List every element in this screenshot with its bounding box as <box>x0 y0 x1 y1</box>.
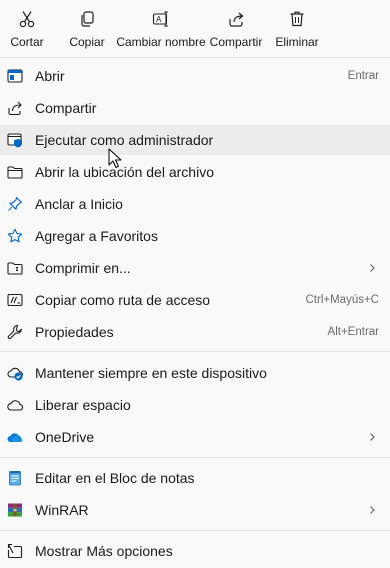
divider <box>0 57 390 58</box>
menu-item-edit-in-notepad[interactable]: Editar en el Bloc de notas <box>0 463 390 493</box>
menu-item-copy-as-path[interactable]: Copiar como ruta de acceso Ctrl+Mayús+C <box>0 285 390 315</box>
menu-item-label: Agregar a Favoritos <box>35 228 158 244</box>
svg-text:A: A <box>156 15 162 24</box>
menu-item-open-file-location[interactable]: Abrir la ubicación del archivo <box>0 157 390 187</box>
menu-item-share[interactable]: Compartir <box>0 93 390 123</box>
trash-icon <box>290 11 304 27</box>
divider <box>0 351 390 352</box>
menu-item-label: Compartir <box>35 100 97 116</box>
menu-item-label: Propiedades <box>35 324 114 340</box>
share-button[interactable]: Compartir <box>208 0 264 56</box>
menu-item-label: Liberar espacio <box>35 397 131 413</box>
menu-item-label: WinRAR <box>35 502 89 518</box>
share-label: Compartir <box>209 35 263 49</box>
more-options-icon <box>7 543 23 559</box>
zip-folder-icon <box>7 262 23 275</box>
mouse-cursor-icon <box>108 148 122 168</box>
cut-label: Cortar <box>10 35 44 49</box>
copy-path-icon <box>7 293 23 307</box>
menu-item-label: Anclar a Inicio <box>35 196 123 212</box>
menu-item-compress-to[interactable]: Comprimir en... <box>0 253 390 283</box>
delete-button[interactable]: Eliminar <box>272 0 322 56</box>
menu-item-always-keep-on-device[interactable]: Mantener siempre en este dispositivo <box>0 358 390 388</box>
menu-item-label: Copiar como ruta de acceso <box>35 292 211 308</box>
divider <box>0 457 390 458</box>
copy-button[interactable]: Copiar <box>64 0 110 56</box>
menu-item-free-up-space[interactable]: Liberar espacio <box>0 390 390 420</box>
menu-item-label: OneDrive <box>35 429 95 445</box>
menu-item-label: Editar en el Bloc de notas <box>35 470 195 486</box>
winrar-icon <box>8 503 22 517</box>
scissors-icon <box>19 11 35 28</box>
context-menu: Cortar Copiar A Cambiar nombre Compartir… <box>0 0 390 568</box>
menu-item-onedrive[interactable]: OneDrive <box>0 422 390 452</box>
menu-item-properties[interactable]: Propiedades Alt+Entrar <box>0 317 390 347</box>
chevron-right-icon <box>370 264 375 272</box>
rename-button[interactable]: A Cambiar nombre <box>115 0 207 56</box>
folder-icon <box>7 166 23 179</box>
menu-item-open[interactable]: Abrir Entrar <box>0 61 390 91</box>
menu-item-label: Abrir la ubicación del archivo <box>35 164 214 180</box>
menu-item-show-more-options[interactable]: Mostrar Más opciones <box>0 536 390 566</box>
onedrive-icon <box>7 433 23 442</box>
shortcut-text: Ctrl+Mayús+C <box>305 294 380 306</box>
cloud-outline-icon <box>7 400 23 411</box>
menu-item-label: Comprimir en... <box>35 260 131 276</box>
copy-icon <box>81 11 94 27</box>
rename-label: Cambiar nombre <box>116 35 206 49</box>
wrench-icon <box>7 324 22 340</box>
menu-item-label: Mantener siempre en este dispositivo <box>35 365 267 381</box>
delete-label: Eliminar <box>275 35 319 49</box>
notepad-icon <box>9 471 21 486</box>
chevron-right-icon <box>370 506 375 514</box>
share-icon <box>8 101 22 116</box>
chevron-right-icon <box>370 433 375 441</box>
menu-item-pin-to-start[interactable]: Anclar a Inicio <box>0 189 390 219</box>
pin-icon <box>8 196 23 211</box>
open-window-icon <box>7 69 23 83</box>
share-icon <box>229 12 244 27</box>
cloud-check-icon <box>7 367 23 381</box>
shortcut-text: Entrar <box>347 70 379 82</box>
divider <box>0 530 390 531</box>
action-bar: Cortar Copiar A Cambiar nombre Compartir… <box>0 0 390 56</box>
menu-item-add-to-favorites[interactable]: Agregar a Favoritos <box>0 221 390 251</box>
menu-item-label: Mostrar Más opciones <box>35 543 173 559</box>
copy-label: Copiar <box>69 35 105 49</box>
rename-icon: A <box>152 11 168 27</box>
run-as-admin-shield-icon <box>7 133 22 148</box>
cut-button[interactable]: Cortar <box>4 0 50 56</box>
menu-item-run-as-admin[interactable]: Ejecutar como administrador <box>0 125 390 155</box>
star-icon <box>7 228 23 243</box>
shortcut-text: Alt+Entrar <box>327 326 379 338</box>
menu-item-label: Ejecutar como administrador <box>35 132 214 148</box>
menu-item-label: Abrir <box>35 68 65 84</box>
menu-item-winrar[interactable]: WinRAR <box>0 495 390 525</box>
